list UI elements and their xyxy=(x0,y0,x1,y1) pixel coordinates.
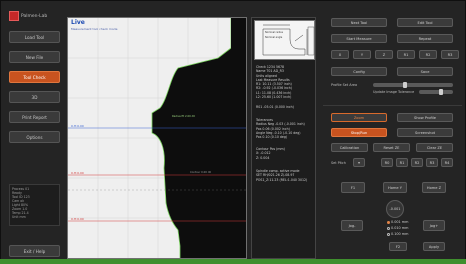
axis-y-button[interactable]: Y xyxy=(353,50,371,59)
profile-set-area-slider[interactable] xyxy=(373,82,453,88)
measurement-info-panel: Nominal radius Nominal angle Check 1234 … xyxy=(251,17,316,259)
chevron-down-icon: ▾ xyxy=(358,160,360,165)
viewport-subtitle: Measurement tool check mode xyxy=(71,27,118,31)
increment-radio-2[interactable]: 0.010 mm xyxy=(387,226,408,230)
radio-label: 0.010 mm xyxy=(391,226,409,230)
contour-pos-block: Contour Pos (mm) X: -0.012 Z: 0.004 xyxy=(256,147,285,160)
update-tolerance-label: Update Image Tolerance xyxy=(373,90,415,94)
status-strip xyxy=(0,259,466,264)
clear-ze-button[interactable]: Clear ZE xyxy=(416,143,453,152)
r3-button[interactable]: R3 xyxy=(441,50,459,59)
update-tolerance-slider[interactable] xyxy=(419,89,453,95)
logo-text: Palmen-Lab xyxy=(21,13,48,19)
dropdown-button[interactable]: ▾ xyxy=(353,158,365,167)
app-logo: Palmen-Lab xyxy=(6,9,63,23)
apply-button[interactable]: Apply xyxy=(423,242,445,251)
camera-viewport[interactable]: Live Measurement tool check mode 0.H:0.0… xyxy=(67,17,247,259)
set-pitch-label: Set Pitch xyxy=(331,161,346,165)
info-line: L2: 25.60 (1.007 inch) xyxy=(256,95,292,100)
info-line: Radius Neg -0.03 (-0.001 inch) xyxy=(256,122,305,127)
edit-tool-button[interactable]: Edit Tool xyxy=(397,18,453,27)
stop-run-button[interactable]: Stop/Run xyxy=(331,128,387,137)
radio-dot xyxy=(387,220,390,224)
calibration-button[interactable]: Calibration xyxy=(331,143,368,152)
drawing-label-angle: Nominal angle xyxy=(265,36,283,39)
screenshot-button[interactable]: Screenshot xyxy=(397,128,453,137)
info-line: POS1_Z:11.23 (REL:1.040 3012) xyxy=(256,177,308,182)
radio-dot xyxy=(387,232,390,236)
increment-radio-1[interactable]: 0.001 mm xyxy=(387,220,408,224)
tool-drawing: Nominal radius Nominal angle xyxy=(254,20,315,60)
contour-label-b: Contour 0.00 d0 xyxy=(190,171,212,174)
status-line: Unit mm xyxy=(12,215,26,219)
pitch-r0-button[interactable]: R0 xyxy=(381,158,393,167)
reset-ze-button[interactable]: Reset ZE xyxy=(373,143,410,152)
spindle-block: Spindle comp. active mode SET RH/021.26 … xyxy=(256,169,307,182)
config-button[interactable]: Config xyxy=(331,67,387,76)
r1-button[interactable]: R1 xyxy=(397,50,415,59)
offset-block: R01 -05.01 (0.000 inch) xyxy=(256,105,294,109)
jog-minus-button[interactable]: Jog- xyxy=(341,220,363,231)
info-line: Z: 0.004 xyxy=(256,155,270,160)
status-info-box: Process 01 Ready Tool ID 123 Cam ok Ligh… xyxy=(9,184,60,226)
f2-button[interactable]: F2 xyxy=(389,242,407,251)
nav-tool-check-button[interactable]: Tool Check xyxy=(9,71,60,83)
zoom-button[interactable]: Zoom xyxy=(331,113,387,122)
info-line: R01 -05.01 (0.000 inch) xyxy=(256,105,294,109)
pitch-r1-button[interactable]: R1 xyxy=(396,158,408,167)
nav-new-file-button[interactable]: New File xyxy=(9,51,60,63)
next-tool-button[interactable]: Next Tool xyxy=(331,18,387,27)
profile-set-area-label: Profile Set Area xyxy=(331,83,358,87)
left-panel: Palmen-Lab Load Tool New File Tool Check… xyxy=(6,9,63,259)
axis-x-button[interactable]: X xyxy=(331,50,349,59)
pitch-r4-button[interactable]: R4 xyxy=(441,158,453,167)
red-line-label-top: 0.H:0.00 xyxy=(71,171,84,175)
r2-button[interactable]: R2 xyxy=(419,50,437,59)
jog-plus-button[interactable]: Jog+ xyxy=(423,220,445,231)
tolerance-block: Tolerances Radius Neg -0.03 (-0.001 inch… xyxy=(256,118,305,139)
blue-line-label: 0.H:0.00 xyxy=(71,124,84,128)
jog-increment-display[interactable]: -0.001 xyxy=(386,200,404,218)
viewport-title: Live xyxy=(71,19,85,26)
home-z-button[interactable]: Home Z xyxy=(422,182,446,193)
exit-help-button[interactable]: Exit / Help xyxy=(9,245,60,257)
save-button[interactable]: Save xyxy=(397,67,453,76)
app-window: Palmen-Lab Load Tool New File Tool Check… xyxy=(0,0,466,264)
nav-load-tool-button[interactable]: Load Tool xyxy=(9,31,60,43)
increment-radio-3[interactable]: 0.100 mm xyxy=(387,232,408,236)
home-y-button[interactable]: Home Y xyxy=(383,182,407,193)
camera-image xyxy=(68,18,246,258)
red-line-label-bottom: 0.H:0.00 xyxy=(71,217,84,221)
tool-drawing-icon xyxy=(262,24,315,56)
pitch-r3-button[interactable]: R3 xyxy=(426,158,438,167)
info-line: Pos 0.10 (0.10 deg) xyxy=(256,135,288,140)
radio-label: 0.100 mm xyxy=(391,232,409,236)
nav-options-button[interactable]: Options xyxy=(9,131,60,143)
axis-z-button[interactable]: Z xyxy=(375,50,393,59)
show-profile-button[interactable]: Show Profile xyxy=(397,113,453,122)
f1-button[interactable]: F1 xyxy=(341,182,365,193)
repeat-button[interactable]: Repeat xyxy=(397,34,453,43)
contour-label-a: Radius fit 2.00 d0 xyxy=(172,115,195,118)
drawing-label-radius: Nominal radius xyxy=(265,31,284,34)
logo-icon xyxy=(9,11,19,21)
pitch-r2-button[interactable]: R2 xyxy=(411,158,423,167)
radio-dot xyxy=(387,226,390,230)
start-measure-button[interactable]: Start Measure xyxy=(331,34,387,43)
radio-label: 0.001 mm xyxy=(391,220,409,224)
nav-3d-button[interactable]: 3D xyxy=(9,91,60,103)
nav-print-report-button[interactable]: Print Report xyxy=(9,111,60,123)
divider xyxy=(323,105,462,106)
results-block: Check 1234 5678 Name T01 AD_R3 Units ali… xyxy=(256,65,292,99)
